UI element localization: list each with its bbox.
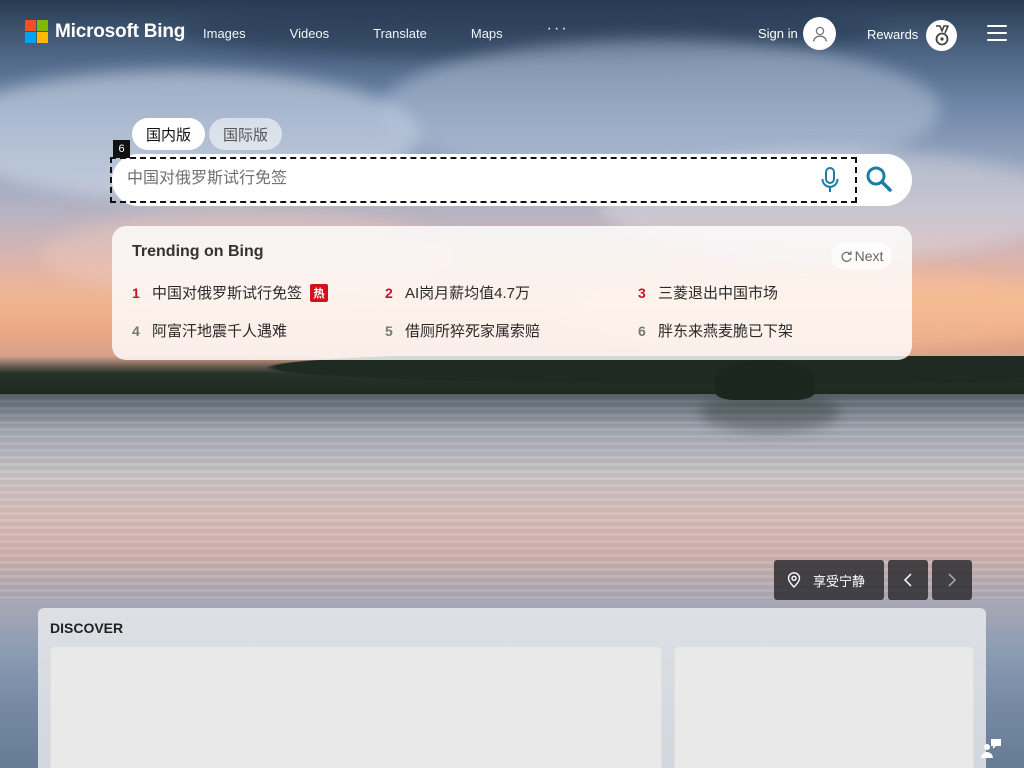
rewards-medal-icon[interactable] bbox=[926, 20, 957, 51]
trending-text: AI岗月薪均值4.7万 bbox=[405, 285, 531, 302]
discover-section: DISCOVER bbox=[38, 608, 986, 768]
nav-more-button[interactable]: ··· bbox=[547, 20, 569, 41]
refresh-icon bbox=[841, 250, 852, 262]
microphone-icon[interactable] bbox=[818, 166, 842, 194]
feedback-icon[interactable] bbox=[979, 736, 1003, 760]
chevron-left-icon bbox=[903, 573, 912, 587]
trending-item[interactable]: 6 胖东来燕麦脆已下架 bbox=[638, 320, 793, 341]
trending-next-label: Next bbox=[854, 248, 884, 264]
discover-card[interactable] bbox=[50, 646, 662, 768]
trending-rank: 4 bbox=[132, 322, 140, 339]
trending-text: 中国对俄罗斯试行免签 bbox=[152, 285, 303, 302]
previous-image-button[interactable] bbox=[888, 560, 928, 600]
treeline bbox=[0, 356, 1024, 394]
trending-item[interactable]: 5 借厕所猝死家属索赔 bbox=[385, 320, 540, 341]
trending-item[interactable]: 3 三菱退出中国市场 bbox=[638, 282, 778, 303]
trending-item[interactable]: 4 阿富汗地震千人遇难 bbox=[132, 320, 287, 341]
image-location-label: 享受宁静 bbox=[813, 573, 866, 589]
menu-icon[interactable] bbox=[987, 25, 1007, 41]
search-scope-tabs: 国内版 国际版 bbox=[132, 118, 286, 150]
focus-index-badge: 6 bbox=[113, 140, 130, 158]
trending-rank: 1 bbox=[132, 284, 140, 301]
tab-international[interactable]: 国际版 bbox=[209, 118, 283, 150]
search-icon[interactable] bbox=[864, 164, 894, 194]
nav-translate[interactable]: Translate bbox=[373, 26, 427, 41]
trending-item[interactable]: 1 中国对俄罗斯试行免签 热 bbox=[132, 282, 329, 303]
bing-logo[interactable]: Microsoft Bing bbox=[25, 20, 185, 43]
island bbox=[715, 360, 815, 400]
trending-panel: Trending on Bing Next 1 中国对俄罗斯试行免签 热 2 A… bbox=[112, 226, 912, 360]
image-location-button[interactable]: 享受宁静 bbox=[774, 560, 884, 600]
top-nav: Images Videos Translate Maps ··· bbox=[203, 20, 613, 41]
microsoft-logo-icon bbox=[25, 20, 48, 43]
search-input[interactable] bbox=[127, 166, 797, 192]
chevron-right-icon bbox=[948, 573, 957, 587]
user-icon[interactable] bbox=[803, 17, 836, 50]
nav-maps[interactable]: Maps bbox=[471, 26, 503, 41]
trending-rank: 5 bbox=[385, 322, 393, 339]
nav-videos[interactable]: Videos bbox=[290, 26, 330, 41]
brand-name: Microsoft Bing bbox=[55, 20, 186, 42]
tab-domestic[interactable]: 国内版 bbox=[132, 118, 206, 150]
header: Microsoft Bing Images Videos Translate M… bbox=[0, 0, 1024, 66]
trending-item[interactable]: 2 AI岗月薪均值4.7万 bbox=[385, 282, 530, 303]
trending-next-button[interactable]: Next bbox=[831, 242, 892, 270]
trending-text: 阿富汗地震千人遇难 bbox=[152, 323, 288, 340]
nav-images[interactable]: Images bbox=[203, 26, 246, 41]
next-image-button[interactable] bbox=[932, 560, 972, 600]
trending-text: 三菱退出中国市场 bbox=[658, 285, 779, 302]
trending-rank: 3 bbox=[638, 284, 646, 301]
trending-text: 胖东来燕麦脆已下架 bbox=[658, 323, 794, 340]
hot-badge: 热 bbox=[310, 283, 329, 302]
trending-rank: 2 bbox=[385, 284, 393, 301]
location-pin-icon bbox=[787, 572, 801, 588]
sign-in-link[interactable]: Sign in bbox=[758, 26, 798, 41]
trending-rank: 6 bbox=[638, 322, 646, 339]
discover-card[interactable] bbox=[674, 646, 974, 768]
rewards-link[interactable]: Rewards bbox=[867, 27, 918, 42]
discover-title: DISCOVER bbox=[50, 620, 124, 636]
trending-text: 借厕所猝死家属索赔 bbox=[405, 323, 541, 340]
trending-title: Trending on Bing bbox=[132, 243, 264, 260]
